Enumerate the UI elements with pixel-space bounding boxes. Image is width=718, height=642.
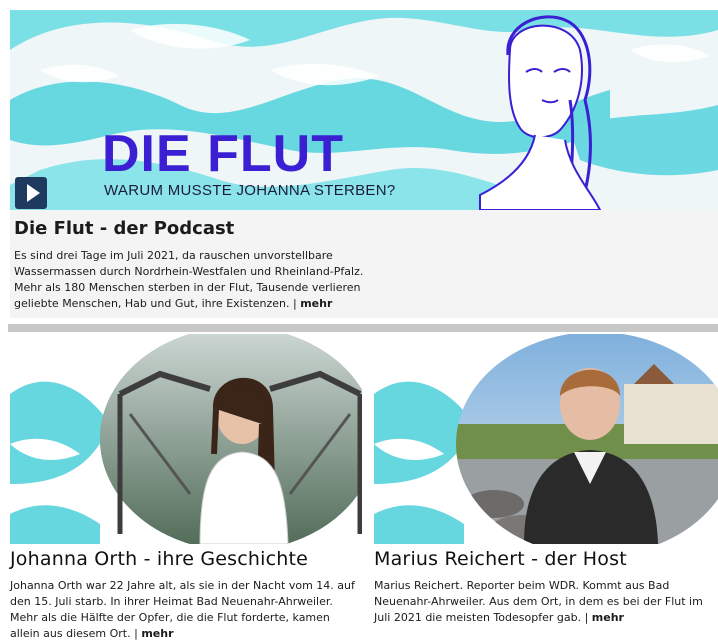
card-description: Johanna Orth war 22 Jahre alt, als sie i… [10,579,355,640]
separator: | [293,297,297,310]
card-marius[interactable]: Marius Reichert - der Host Marius Reiche… [374,334,718,641]
separator: | [584,611,589,624]
separator: | [134,627,138,640]
card-description: Marius Reichert. Reporter beim WDR. Komm… [374,579,703,624]
more-link[interactable]: mehr [300,297,332,310]
more-link[interactable]: mehr [592,611,624,624]
hero-subtitle: WARUM MUSSTE JOHANNA STERBEN? [104,182,396,199]
johanna-illustration [479,15,602,210]
podcast-title[interactable]: Die Flut - der Podcast [14,218,234,239]
podcast-description: Es sind drei Tage im Juli 2021, da rausc… [14,248,374,312]
play-button[interactable] [15,177,47,209]
card-title-marius[interactable]: Marius Reichert - der Host [374,548,627,570]
play-icon [26,184,40,202]
podcast-info: Die Flut - der Podcast Es sind drei Tage… [10,210,718,318]
card-text-johanna: Johanna Orth war 22 Jahre alt, als sie i… [10,578,360,642]
card-text-marius: Marius Reichert. Reporter beim WDR. Komm… [374,578,718,626]
marius-photo [374,334,718,544]
johanna-photo [10,334,362,544]
card-image-marius[interactable] [374,334,718,544]
hero-title: DIE FLUT [102,125,344,183]
section-divider [8,324,718,332]
more-link[interactable]: mehr [141,627,173,640]
card-johanna[interactable]: Johanna Orth - ihre Geschichte Johanna O… [10,334,362,641]
podcast-hero-banner[interactable]: DIE FLUT WARUM MUSSTE JOHANNA STERBEN? [10,10,718,210]
card-title-johanna[interactable]: Johanna Orth - ihre Geschichte [10,548,308,570]
card-image-johanna[interactable] [10,334,362,544]
